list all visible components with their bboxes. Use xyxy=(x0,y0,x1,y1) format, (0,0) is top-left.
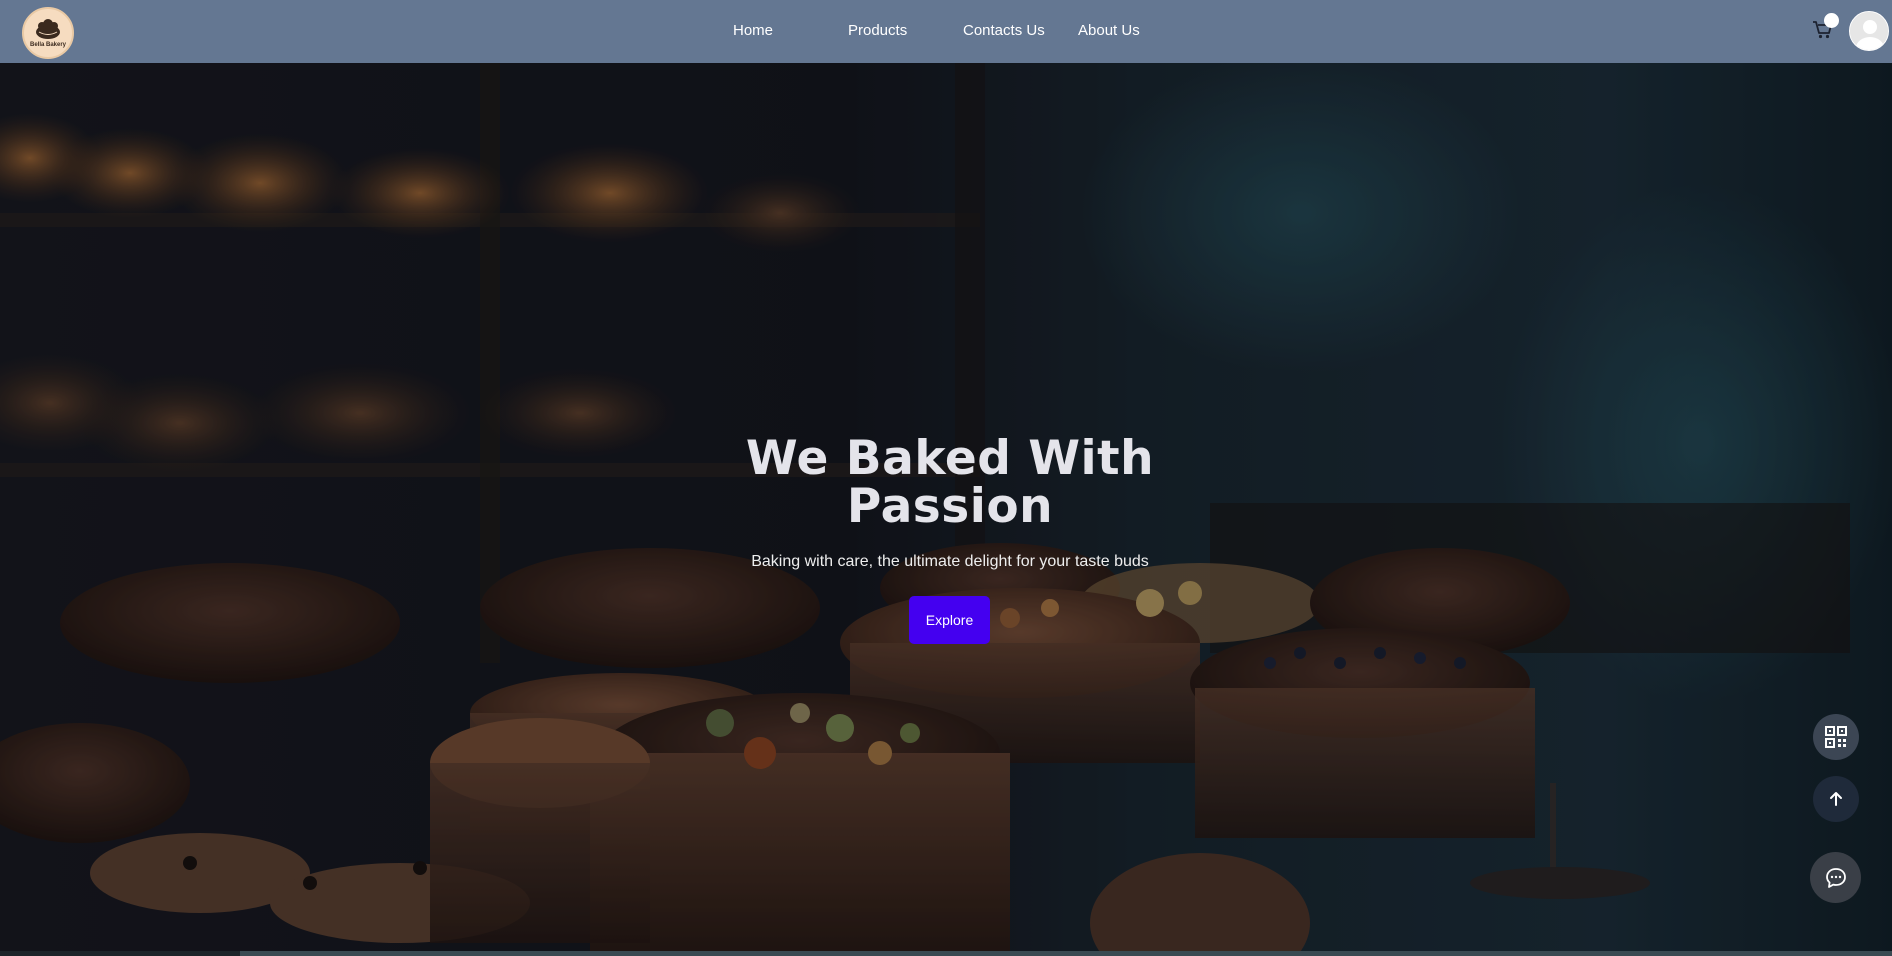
chat-button[interactable] xyxy=(1810,852,1861,903)
nav-products[interactable]: Products xyxy=(848,22,907,39)
arrow-up-icon xyxy=(1830,792,1842,806)
qr-code-button[interactable] xyxy=(1813,714,1859,760)
scroll-top-button[interactable] xyxy=(1813,776,1859,822)
explore-button[interactable]: Explore xyxy=(909,596,990,644)
hero-title: We Baked With Passion xyxy=(745,431,1155,534)
nav-home[interactable]: Home xyxy=(733,22,773,39)
cart-badge xyxy=(1824,13,1839,28)
nav-about[interactable]: About Us xyxy=(1078,22,1140,39)
nav-contacts[interactable]: Contacts Us xyxy=(963,22,1045,39)
scrollbar-thumb[interactable] xyxy=(0,951,240,956)
top-navbar: Bella Bakery Home Products Contacts Us A… xyxy=(0,0,1892,63)
hero-section: We Baked With Passion Baking with care, … xyxy=(0,63,1892,956)
qr-code-icon xyxy=(1825,726,1847,748)
user-icon xyxy=(1850,12,1888,50)
user-avatar[interactable] xyxy=(1849,11,1889,51)
chat-icon xyxy=(1825,867,1846,888)
horizontal-scrollbar[interactable] xyxy=(0,951,1892,956)
main-nav: Home Products Contacts Us About Us xyxy=(0,0,1892,63)
hero-subtitle: Baking with care, the ultimate delight f… xyxy=(751,553,1149,570)
